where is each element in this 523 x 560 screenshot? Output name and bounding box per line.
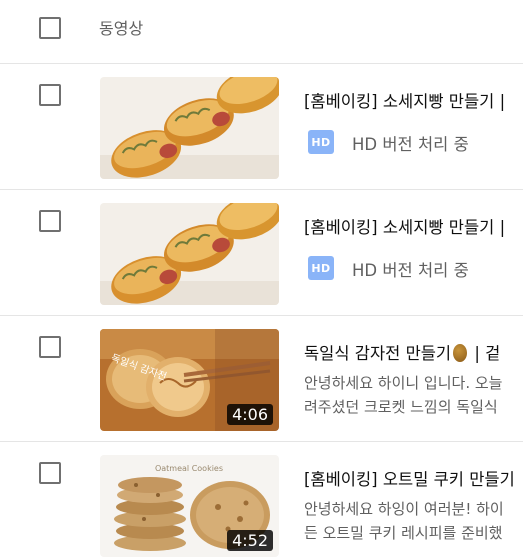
video-title[interactable]: 독일식 감자전 만들기 | 겉	[304, 340, 500, 364]
video-thumbnail[interactable]: Oatmeal Cookies 4:52	[100, 455, 279, 557]
video-row[interactable]: 독일식 감자전 4:06 독일식 감자전 만들기 | 겉 안녕하세요 하이니 입…	[0, 316, 523, 442]
video-duration: 4:52	[227, 530, 273, 551]
video-description-line-1: 안녕하세요 하이니 입니다. 오늘	[304, 374, 503, 392]
processing-status: HD 버전 처리 중	[352, 261, 469, 280]
hd-icon: HD	[308, 256, 334, 280]
thumbnail-overlay-text: Oatmeal Cookies	[155, 464, 223, 473]
hd-icon: HD	[308, 130, 334, 154]
video-title[interactable]: [홈베이킹] 오트밀 쿠키 만들기	[304, 466, 515, 490]
row-checkbox[interactable]	[39, 84, 61, 106]
video-description-line-2: 든 오트밀 쿠키 레시피를 준비했	[304, 524, 503, 542]
video-title[interactable]: [홈베이킹] 소세지빵 만들기 |	[304, 88, 505, 112]
row-checkbox[interactable]	[39, 462, 61, 484]
video-thumbnail[interactable]	[100, 203, 279, 305]
video-row[interactable]: [홈베이킹] 소세지빵 만들기 | HD HD 버전 처리 중	[0, 190, 523, 316]
sausage-bread-thumbnail-image	[100, 203, 279, 305]
row-checkbox[interactable]	[39, 210, 61, 232]
processing-status: HD 버전 처리 중	[352, 135, 469, 154]
video-description-line-1: 안녕하세요 하잉이 여러분! 하이	[304, 500, 504, 518]
sausage-bread-thumbnail-image	[100, 77, 279, 179]
video-thumbnail[interactable]: 독일식 감자전 4:06	[100, 329, 279, 431]
video-row[interactable]: Oatmeal Cookies 4:52 [홈베이킹] 오트밀 쿠키 만들기 안…	[0, 442, 523, 560]
list-header: 동영상	[0, 0, 523, 64]
select-all-checkbox[interactable]	[39, 17, 61, 39]
title-text: 독일식 감자전 만들기	[304, 344, 452, 363]
title-suffix: | 겉	[469, 344, 501, 363]
video-title[interactable]: [홈베이킹] 소세지빵 만들기 |	[304, 214, 505, 238]
video-column-label: 동영상	[99, 19, 144, 38]
row-checkbox[interactable]	[39, 336, 61, 358]
video-duration: 4:06	[227, 404, 273, 425]
video-thumbnail[interactable]	[100, 77, 279, 179]
video-row[interactable]: [홈베이킹] 소세지빵 만들기 | HD HD 버전 처리 중	[0, 64, 523, 190]
video-description-line-2: 려주셨던 크로켓 느낌의 독일식	[304, 398, 498, 416]
potato-icon	[453, 344, 468, 362]
